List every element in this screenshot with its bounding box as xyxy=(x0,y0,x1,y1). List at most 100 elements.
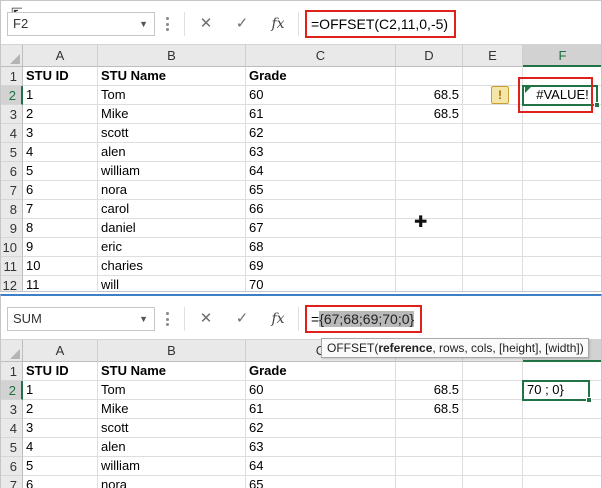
cell-d2[interactable]: 68.5 xyxy=(396,381,463,400)
cell-e12[interactable] xyxy=(463,276,523,291)
cell-a1[interactable]: STU ID xyxy=(23,362,98,381)
cell-e1[interactable] xyxy=(463,362,523,381)
cell-a7[interactable]: 6 xyxy=(23,181,98,200)
row-header[interactable]: 5 xyxy=(1,438,23,457)
cell-a12[interactable]: 11 xyxy=(23,276,98,291)
column-header-e[interactable]: E xyxy=(463,45,523,67)
cell-d2[interactable]: 68.5 xyxy=(396,86,463,105)
cell-d3[interactable]: 68.5 xyxy=(396,400,463,419)
cell-a1[interactable]: STU ID xyxy=(23,67,98,86)
fill-handle[interactable] xyxy=(586,397,592,403)
cell-c7[interactable]: 65 xyxy=(246,181,396,200)
row-header[interactable]: 7 xyxy=(1,476,23,488)
cell-c5[interactable]: 63 xyxy=(246,438,396,457)
cell-e1[interactable] xyxy=(463,67,523,86)
column-header-b[interactable]: B xyxy=(98,340,246,362)
row-header[interactable]: 5 xyxy=(1,143,23,162)
cell-c2[interactable]: 60 xyxy=(246,381,396,400)
row-header[interactable]: 4 xyxy=(1,419,23,438)
cell-b10[interactable]: eric xyxy=(98,238,246,257)
warning-icon[interactable]: ! xyxy=(491,86,509,104)
cell-f12[interactable] xyxy=(523,276,601,291)
row-header[interactable]: 3 xyxy=(1,105,23,124)
cell-d7[interactable] xyxy=(396,181,463,200)
cell-a3[interactable]: 2 xyxy=(23,105,98,124)
cell-f5[interactable] xyxy=(523,143,601,162)
cell-d7[interactable] xyxy=(396,476,463,488)
cell-e3[interactable] xyxy=(463,105,523,124)
cell-b4[interactable]: scott xyxy=(98,124,246,143)
column-header-d[interactable]: D xyxy=(396,45,463,67)
cell-a10[interactable]: 9 xyxy=(23,238,98,257)
cell-c12[interactable]: 70 xyxy=(246,276,396,291)
cell-c5[interactable]: 63 xyxy=(246,143,396,162)
cell-f8[interactable] xyxy=(523,200,601,219)
cell-b5[interactable]: alen xyxy=(98,143,246,162)
column-header-a[interactable]: A xyxy=(23,45,98,67)
cell-e9[interactable] xyxy=(463,219,523,238)
cell-b1[interactable]: STU Name xyxy=(98,362,246,381)
chevron-down-icon[interactable]: ▼ xyxy=(139,13,148,35)
cell-d12[interactable] xyxy=(396,276,463,291)
formula-input[interactable]: ={67;68;69;70;0} xyxy=(305,305,423,333)
cell-f6[interactable] xyxy=(523,162,601,181)
cell-b2[interactable]: Tom xyxy=(98,86,246,105)
cell-d4[interactable] xyxy=(396,124,463,143)
cell-e10[interactable] xyxy=(463,238,523,257)
cell-a2[interactable]: 1 xyxy=(23,381,98,400)
cell-d5[interactable] xyxy=(396,438,463,457)
cell-d8[interactable] xyxy=(396,200,463,219)
cell-b9[interactable]: daniel xyxy=(98,219,246,238)
column-header-a[interactable]: A xyxy=(23,340,98,362)
cell-e4[interactable] xyxy=(463,124,523,143)
cell-e6[interactable] xyxy=(463,162,523,181)
row-header[interactable]: 1 xyxy=(1,67,23,86)
cell-a7[interactable]: 6 xyxy=(23,476,98,488)
cell-e6[interactable] xyxy=(463,457,523,476)
cell-d3[interactable]: 68.5 xyxy=(396,105,463,124)
cell-a4[interactable]: 3 xyxy=(23,124,98,143)
cell-a5[interactable]: 4 xyxy=(23,143,98,162)
cell-d5[interactable] xyxy=(396,143,463,162)
cell-e5[interactable] xyxy=(463,438,523,457)
cell-c6[interactable]: 64 xyxy=(246,162,396,181)
cancel-icon[interactable]: ✕ xyxy=(195,14,217,34)
cell-a6[interactable]: 5 xyxy=(23,162,98,181)
cell-e7[interactable] xyxy=(463,476,523,488)
column-header-f[interactable]: F xyxy=(523,45,601,67)
fill-handle[interactable] xyxy=(594,102,600,108)
row-header[interactable]: 9 xyxy=(1,219,23,238)
drag-handle-icon[interactable] xyxy=(166,312,170,326)
row-header[interactable]: 10 xyxy=(1,238,23,257)
cancel-icon[interactable]: ✕ xyxy=(195,309,217,329)
cell-c1[interactable]: Grade xyxy=(246,67,396,86)
column-header-b[interactable]: B xyxy=(98,45,246,67)
column-header-c[interactable]: C xyxy=(246,45,396,67)
name-box[interactable]: F2 ▼ xyxy=(7,12,155,36)
cell-b7[interactable]: nora xyxy=(98,181,246,200)
cell-f4[interactable] xyxy=(523,419,601,438)
cell-c11[interactable]: 69 xyxy=(246,257,396,276)
cell-b3[interactable]: Mike xyxy=(98,105,246,124)
cell-a8[interactable]: 7 xyxy=(23,200,98,219)
cell-a5[interactable]: 4 xyxy=(23,438,98,457)
cell-f9[interactable] xyxy=(523,219,601,238)
cell-a4[interactable]: 3 xyxy=(23,419,98,438)
cell-d1[interactable] xyxy=(396,67,463,86)
cell-a6[interactable]: 5 xyxy=(23,457,98,476)
cell-d10[interactable] xyxy=(396,238,463,257)
row-header[interactable]: 12 xyxy=(1,276,23,291)
cell-b2[interactable]: Tom xyxy=(98,381,246,400)
cell-c9[interactable]: 67 xyxy=(246,219,396,238)
cell-c2[interactable]: 60 xyxy=(246,86,396,105)
cell-e11[interactable] xyxy=(463,257,523,276)
cell-b6[interactable]: william xyxy=(98,162,246,181)
cell-f5[interactable] xyxy=(523,438,601,457)
cell-a11[interactable]: 10 xyxy=(23,257,98,276)
enter-icon[interactable]: ✓ xyxy=(231,14,253,34)
cell-a2[interactable]: 1 xyxy=(23,86,98,105)
cell-e8[interactable] xyxy=(463,200,523,219)
cell-b7[interactable]: nora xyxy=(98,476,246,488)
row-header[interactable]: 8 xyxy=(1,200,23,219)
cell-b8[interactable]: carol xyxy=(98,200,246,219)
